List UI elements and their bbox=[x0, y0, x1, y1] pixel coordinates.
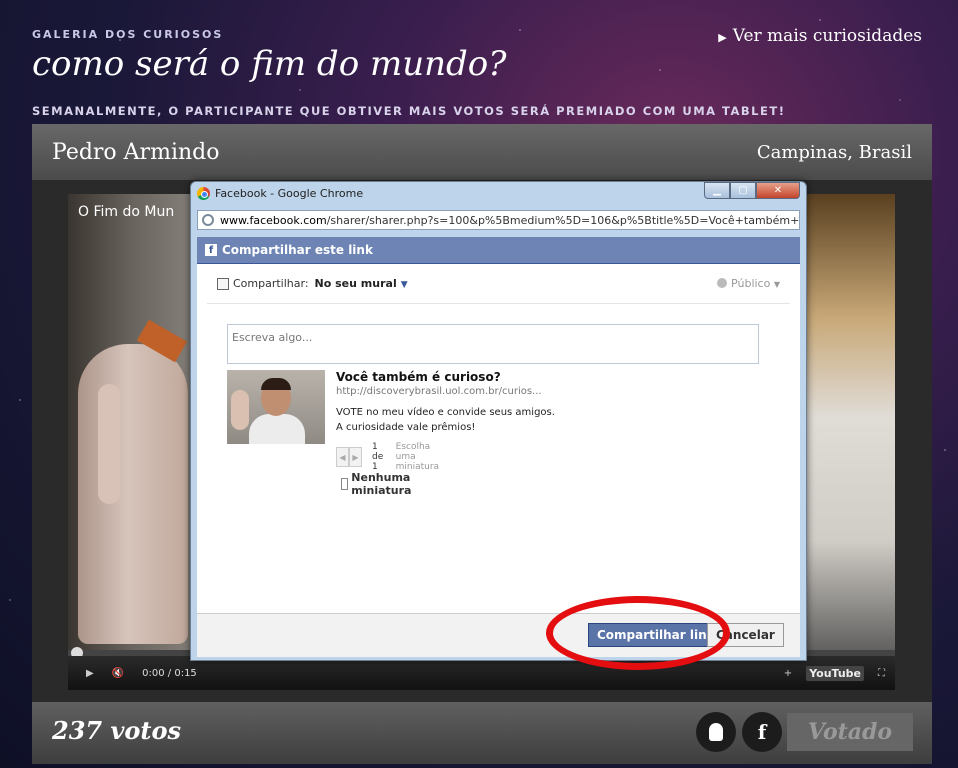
preview-url: http://discoverybrasil.uol.com.br/curios… bbox=[336, 386, 542, 397]
thumbnail-pager: ◀ ▶ 1 de 1 Escolha uma miniatura bbox=[336, 442, 453, 472]
chrome-popup-window: Facebook - Google Chrome ▁ ▢ ✕ www.faceb… bbox=[190, 181, 807, 661]
facebook-dialog-header: f Compartilhar este link bbox=[197, 237, 800, 264]
privacy-value: Público bbox=[731, 277, 771, 290]
preview-thumbnail bbox=[227, 370, 325, 444]
gallery-kicker: GALERIA DOS CURIOSOS bbox=[32, 28, 224, 41]
thumbnail-hint: Escolha uma miniatura bbox=[395, 442, 440, 472]
minimize-icon[interactable]: ▁ bbox=[704, 182, 730, 199]
share-icon bbox=[217, 277, 229, 290]
maximize-icon[interactable]: ▢ bbox=[730, 182, 756, 199]
play-triangle-icon: ▶ bbox=[718, 31, 727, 44]
video-hand bbox=[78, 344, 188, 644]
voted-button[interactable]: Votado bbox=[787, 713, 913, 751]
no-thumbnail-option[interactable]: Nenhuma miniatura bbox=[341, 471, 416, 497]
share-target-dropdown[interactable]: No seu mural ▼ bbox=[315, 277, 408, 290]
entry-header: Pedro Armindo Campinas, Brasil bbox=[32, 124, 932, 180]
video-background-shelf bbox=[805, 194, 895, 690]
cancel-button[interactable]: Cancelar bbox=[707, 623, 784, 647]
popup-window-title: Facebook - Google Chrome bbox=[215, 186, 364, 200]
fullscreen-icon[interactable]: ⛶ bbox=[878, 668, 885, 679]
entry-footer: 237 votos f Votado bbox=[32, 702, 932, 764]
preview-description: VOTE no meu vídeo e convide seus amigos.… bbox=[336, 407, 555, 433]
preview-text: Você também é curioso? http://discoveryb… bbox=[336, 370, 576, 435]
prev-thumbnail-button[interactable]: ◀ bbox=[336, 447, 349, 467]
popup-titlebar: Facebook - Google Chrome ▁ ▢ ✕ bbox=[191, 182, 806, 204]
thumb-hand bbox=[231, 390, 249, 430]
plus-icon[interactable]: + bbox=[784, 668, 792, 679]
url-domain: www.facebook.com bbox=[220, 213, 327, 227]
page-title: como será o fim do mundo? bbox=[32, 44, 507, 84]
privacy-dropdown[interactable]: Público ▼ bbox=[717, 277, 780, 290]
address-bar[interactable]: www.facebook.com/sharer/sharer.php?s=100… bbox=[197, 210, 800, 230]
facebook-logo-icon: f bbox=[205, 244, 217, 256]
mute-icon[interactable]: 🔇 bbox=[112, 668, 124, 679]
facebook-share-dialog: f Compartilhar este link Compartilhar: N… bbox=[197, 237, 800, 657]
privacy-caret-icon: ▼ bbox=[773, 280, 780, 289]
share-link-button[interactable]: Compartilhar link bbox=[588, 623, 724, 647]
share-target-value: No seu mural bbox=[314, 277, 397, 290]
no-thumbnail-checkbox[interactable] bbox=[341, 478, 349, 490]
facebook-icon: f bbox=[757, 720, 767, 744]
preview-title: Você também é curioso? bbox=[336, 370, 501, 384]
no-thumbnail-label: Nenhuma miniatura bbox=[351, 471, 412, 497]
thumb-body bbox=[249, 414, 305, 444]
thumb-hair bbox=[261, 378, 291, 390]
caret-down-icon: ▼ bbox=[400, 280, 408, 290]
youtube-logo[interactable]: YouTube bbox=[806, 665, 864, 681]
page-subtitle: SEMANALMENTE, O PARTICIPANTE QUE OBTIVER… bbox=[32, 104, 786, 118]
share-label: Compartilhar: bbox=[233, 277, 309, 290]
participant-name: Pedro Armindo bbox=[52, 139, 220, 165]
chrome-icon bbox=[197, 186, 210, 200]
thumbnail-count: 1 de 1 bbox=[372, 442, 384, 472]
play-icon[interactable]: ▶ bbox=[86, 668, 94, 679]
more-curiosities-label: Ver mais curiosidades bbox=[732, 26, 922, 46]
window-controls: ▁ ▢ ✕ bbox=[704, 182, 800, 199]
page-icon bbox=[202, 214, 214, 226]
next-thumbnail-button[interactable]: ▶ bbox=[349, 447, 362, 467]
comment-input[interactable]: Escreva algo... bbox=[227, 324, 759, 364]
close-icon[interactable]: ✕ bbox=[756, 182, 800, 199]
share-target-row: Compartilhar: No seu mural ▼ Público ▼ bbox=[207, 264, 790, 304]
video-controls: ▶ 🔇 0:00 / 0:15 + YouTube ⛶ bbox=[68, 656, 895, 690]
facebook-button[interactable]: f bbox=[742, 712, 782, 752]
video-time: 0:00 / 0:15 bbox=[142, 667, 197, 679]
video-title[interactable]: O Fim do Mun bbox=[78, 204, 174, 220]
more-curiosities-link[interactable]: ▶ Ver mais curiosidades bbox=[718, 26, 922, 46]
dialog-footer: Compartilhar link Cancelar bbox=[197, 613, 800, 657]
vote-count: 237 votos bbox=[52, 716, 182, 745]
video-finger bbox=[98, 384, 120, 504]
globe-icon bbox=[717, 278, 728, 288]
url-path: /sharer/sharer.php?s=100&p%5Bmedium%5D=1… bbox=[326, 213, 800, 227]
profile-silhouette-icon bbox=[709, 723, 723, 741]
profile-button[interactable] bbox=[696, 712, 736, 752]
facebook-dialog-title: Compartilhar este link bbox=[222, 243, 373, 257]
participant-city: Campinas, Brasil bbox=[756, 141, 912, 163]
